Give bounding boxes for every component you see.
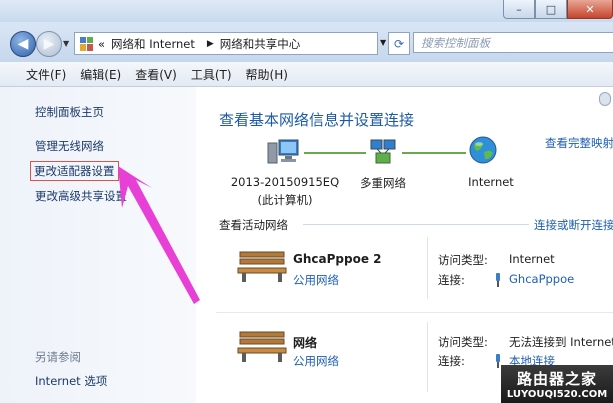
menu-help[interactable]: 帮助(H) [239, 66, 295, 83]
breadcrumb-network-internet[interactable]: 网络和 Internet [111, 36, 195, 52]
connector-line [304, 152, 366, 154]
see-also-title: 另请参阅 [35, 350, 81, 364]
connection-label: 连接: [438, 273, 465, 287]
window-controls: – □ ✕ [503, 0, 613, 20]
breadcrumb-overflow[interactable]: « [98, 37, 105, 51]
access-type-label: 访问类型: [438, 253, 488, 267]
sidebar-item-advanced-sharing[interactable]: 更改高级共享设置 [35, 188, 127, 204]
menu-file[interactable]: 文件(F) [19, 66, 73, 83]
network-separator [216, 312, 613, 313]
connection-label: 连接: [438, 354, 465, 368]
network-name: 网络 [293, 336, 318, 350]
sidebar-item-internet-options[interactable]: Internet 选项 [35, 373, 107, 389]
watermark-logo: 路由器之家 LUYOUQI520.COM [501, 365, 613, 403]
sidebar-item-control-panel-home[interactable]: 控制面板主页 [35, 104, 104, 120]
full-map-link[interactable]: 查看完整映射 [545, 135, 613, 151]
menu-view[interactable]: 查看(V) [128, 66, 184, 83]
back-button[interactable]: ◀ [10, 31, 36, 57]
node-computer-sublabel: (此计算机) [257, 193, 313, 207]
close-button[interactable]: ✕ [567, 0, 613, 19]
address-dropdown-icon[interactable]: ▼ [380, 38, 386, 47]
scroll-handle[interactable] [599, 92, 611, 106]
maximize-button[interactable]: □ [535, 0, 567, 19]
page-title: 查看基本网络信息并设置连接 [219, 111, 415, 129]
refresh-button[interactable]: ⟳ [388, 32, 410, 55]
network-name: GhcaPppoe 2 [293, 252, 382, 266]
control-panel-icon [80, 36, 94, 51]
connect-disconnect-link[interactable]: 连接或断开连接 [534, 217, 613, 233]
network-type-link[interactable]: 公用网络 [293, 353, 339, 369]
main-content: 查看基本网络信息并设置连接 查看完整映射 2013-20150915EQ (此计… [196, 87, 613, 403]
public-network-bench-icon [237, 331, 287, 362]
sidebar-item-change-adapter[interactable]: 更改适配器设置 [30, 161, 119, 181]
history-dropdown-icon[interactable]: ▼ [63, 39, 69, 48]
multiple-networks-icon [370, 139, 396, 164]
node-computer-label: 2013-20150915EQ [230, 175, 340, 189]
access-type-value: 无法连接到 Internet [509, 335, 613, 349]
globe-icon [469, 136, 497, 164]
connection-link[interactable]: GhcaPppoe [509, 272, 574, 286]
computer-icon [267, 139, 299, 164]
access-type-value: Internet [509, 252, 555, 266]
task-pane: 控制面板主页 管理无线网络 更改适配器设置 更改高级共享设置 另请参阅 Inte… [0, 87, 196, 403]
sidebar-item-manage-wireless[interactable]: 管理无线网络 [35, 138, 104, 154]
search-input[interactable]: 搜索控制面板 [413, 32, 613, 53]
access-type-label: 访问类型: [438, 335, 488, 349]
network-type-link[interactable]: 公用网络 [293, 272, 339, 288]
menu-edit[interactable]: 编辑(E) [73, 66, 128, 83]
node-multiple-networks: 多重网络 [360, 176, 406, 190]
menu-tools[interactable]: 工具(T) [184, 66, 239, 83]
column-divider [427, 322, 428, 392]
column-divider [427, 237, 428, 299]
node-internet: Internet [468, 175, 514, 189]
connector-line [402, 152, 466, 154]
public-network-bench-icon [237, 251, 287, 282]
section-divider [303, 224, 529, 225]
breadcrumb-sharing-center[interactable]: 网络和共享中心 [220, 36, 301, 52]
watermark-cn: 路由器之家 [516, 370, 597, 388]
active-networks-title: 查看活动网络 [219, 218, 288, 232]
minimize-button[interactable]: – [503, 0, 535, 19]
address-row: ◀ ▶ ▼ « 网络和 Internet ▶ 网络和共享中心 ▼ ⟳ 搜索控制面… [0, 22, 613, 62]
title-bar: – □ ✕ [0, 0, 613, 22]
node-computer: 2013-20150915EQ (此计算机) [220, 175, 350, 208]
menu-bar: 文件(F) 编辑(E) 查看(V) 工具(T) 帮助(H) [0, 62, 613, 87]
address-bar[interactable]: « 网络和 Internet ▶ 网络和共享中心 [74, 32, 378, 55]
dialup-connection-icon [496, 273, 500, 287]
breadcrumb-chevron-icon[interactable]: ▶ [207, 39, 214, 49]
watermark-en: LUYOUQI520.COM [506, 389, 608, 400]
forward-button[interactable]: ▶ [36, 31, 62, 57]
